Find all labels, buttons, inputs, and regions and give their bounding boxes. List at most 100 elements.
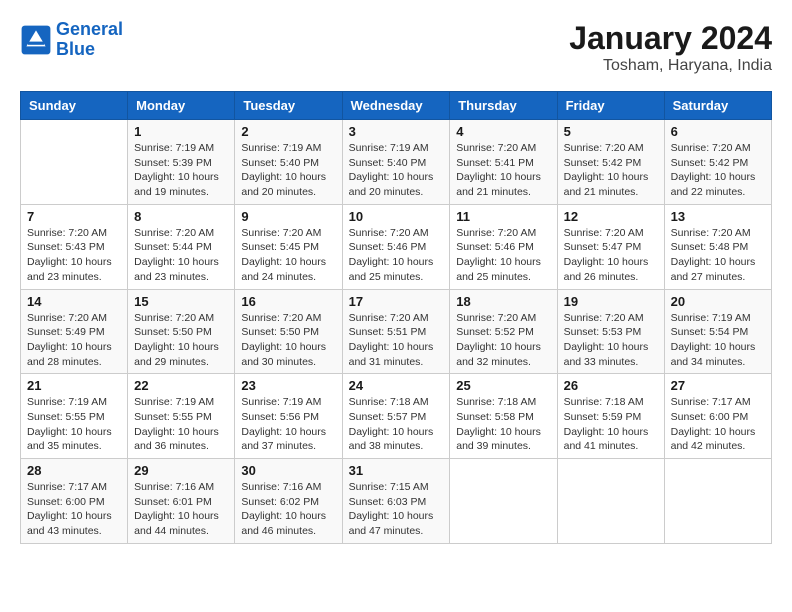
day-number: 2	[241, 124, 335, 139]
day-info: Sunrise: 7:18 AMSunset: 5:59 PMDaylight:…	[564, 395, 658, 454]
title-block: January 2024 Tosham, Haryana, India	[569, 20, 772, 75]
day-number: 15	[134, 294, 228, 309]
weekday-header: Saturday	[664, 92, 771, 120]
calendar-day-cell: 6 Sunrise: 7:20 AMSunset: 5:42 PMDaylight…	[664, 120, 771, 205]
day-info: Sunrise: 7:20 AMSunset: 5:45 PMDaylight:…	[241, 226, 335, 285]
calendar-day-cell: 17 Sunrise: 7:20 AMSunset: 5:51 PMDayligh…	[342, 289, 450, 374]
day-number: 6	[671, 124, 765, 139]
calendar-day-cell: 5 Sunrise: 7:20 AMSunset: 5:42 PMDaylight…	[557, 120, 664, 205]
day-info: Sunrise: 7:20 AMSunset: 5:42 PMDaylight:…	[564, 141, 658, 200]
logo-text: General Blue	[56, 20, 123, 60]
day-number: 16	[241, 294, 335, 309]
weekday-header: Monday	[128, 92, 235, 120]
weekday-header: Friday	[557, 92, 664, 120]
day-number: 28	[27, 463, 121, 478]
calendar-day-cell: 27 Sunrise: 7:17 AMSunset: 6:00 PMDayligh…	[664, 374, 771, 459]
day-info: Sunrise: 7:17 AMSunset: 6:00 PMDaylight:…	[671, 395, 765, 454]
weekday-header: Tuesday	[235, 92, 342, 120]
day-number: 25	[456, 378, 550, 393]
day-number: 11	[456, 209, 550, 224]
day-number: 8	[134, 209, 228, 224]
day-info: Sunrise: 7:19 AMSunset: 5:40 PMDaylight:…	[241, 141, 335, 200]
day-number: 14	[27, 294, 121, 309]
calendar-week-row: 7Sunrise: 7:20 AMSunset: 5:43 PMDaylight…	[21, 204, 772, 289]
day-info: Sunrise: 7:20 AMSunset: 5:49 PMDaylight:…	[27, 311, 121, 370]
calendar-day-cell	[664, 459, 771, 544]
day-number: 31	[349, 463, 444, 478]
calendar-day-cell: 12Sunrise: 7:20 AMSunset: 5:47 PMDayligh…	[557, 204, 664, 289]
weekday-header-row: SundayMondayTuesdayWednesdayThursdayFrid…	[21, 92, 772, 120]
day-number: 21	[27, 378, 121, 393]
calendar-day-cell: 9 Sunrise: 7:20 AMSunset: 5:45 PMDaylight…	[235, 204, 342, 289]
calendar-day-cell: 16Sunrise: 7:20 AMSunset: 5:50 PMDayligh…	[235, 289, 342, 374]
weekday-header: Sunday	[21, 92, 128, 120]
day-number: 10	[349, 209, 444, 224]
calendar-week-row: 1 Sunrise: 7:19 AMSunset: 5:39 PMDaylight…	[21, 120, 772, 205]
day-info: Sunrise: 7:16 AMSunset: 6:02 PMDaylight:…	[241, 480, 335, 539]
calendar-day-cell: 31Sunrise: 7:15 AMSunset: 6:03 PMDayligh…	[342, 459, 450, 544]
calendar-day-cell: 18Sunrise: 7:20 AMSunset: 5:52 PMDayligh…	[450, 289, 557, 374]
day-number: 3	[349, 124, 444, 139]
day-info: Sunrise: 7:19 AMSunset: 5:56 PMDaylight:…	[241, 395, 335, 454]
day-number: 19	[564, 294, 658, 309]
day-number: 23	[241, 378, 335, 393]
calendar-week-row: 14 Sunrise: 7:20 AMSunset: 5:49 PMDayligh…	[21, 289, 772, 374]
calendar-day-cell: 3 Sunrise: 7:19 AMSunset: 5:40 PMDaylight…	[342, 120, 450, 205]
calendar-day-cell: 14 Sunrise: 7:20 AMSunset: 5:49 PMDayligh…	[21, 289, 128, 374]
day-info: Sunrise: 7:20 AMSunset: 5:46 PMDaylight:…	[456, 226, 550, 285]
calendar-day-cell: 26 Sunrise: 7:18 AMSunset: 5:59 PMDayligh…	[557, 374, 664, 459]
day-number: 24	[349, 378, 444, 393]
calendar-day-cell: 7Sunrise: 7:20 AMSunset: 5:43 PMDaylight…	[21, 204, 128, 289]
calendar-day-cell: 4Sunrise: 7:20 AMSunset: 5:41 PMDaylight…	[450, 120, 557, 205]
calendar-day-cell: 15Sunrise: 7:20 AMSunset: 5:50 PMDayligh…	[128, 289, 235, 374]
calendar-day-cell: 29 Sunrise: 7:16 AMSunset: 6:01 PMDayligh…	[128, 459, 235, 544]
day-number: 1	[134, 124, 228, 139]
day-number: 4	[456, 124, 550, 139]
day-number: 7	[27, 209, 121, 224]
day-number: 5	[564, 124, 658, 139]
calendar-week-row: 21 Sunrise: 7:19 AMSunset: 5:55 PMDayligh…	[21, 374, 772, 459]
day-info: Sunrise: 7:20 AMSunset: 5:42 PMDaylight:…	[671, 141, 765, 200]
page-header: General Blue January 2024 Tosham, Haryan…	[20, 20, 772, 75]
calendar-day-cell: 1 Sunrise: 7:19 AMSunset: 5:39 PMDaylight…	[128, 120, 235, 205]
day-info: Sunrise: 7:19 AMSunset: 5:39 PMDaylight:…	[134, 141, 228, 200]
day-info: Sunrise: 7:19 AMSunset: 5:55 PMDaylight:…	[134, 395, 228, 454]
weekday-header: Wednesday	[342, 92, 450, 120]
day-info: Sunrise: 7:16 AMSunset: 6:01 PMDaylight:…	[134, 480, 228, 539]
calendar-day-cell	[450, 459, 557, 544]
logo: General Blue	[20, 20, 123, 60]
calendar-day-cell: 19 Sunrise: 7:20 AMSunset: 5:53 PMDayligh…	[557, 289, 664, 374]
day-info: Sunrise: 7:20 AMSunset: 5:53 PMDaylight:…	[564, 311, 658, 370]
day-info: Sunrise: 7:19 AMSunset: 5:55 PMDaylight:…	[27, 395, 121, 454]
calendar-day-cell: 22 Sunrise: 7:19 AMSunset: 5:55 PMDayligh…	[128, 374, 235, 459]
location: Tosham, Haryana, India	[569, 57, 772, 75]
calendar-day-cell: 13Sunrise: 7:20 AMSunset: 5:48 PMDayligh…	[664, 204, 771, 289]
day-number: 18	[456, 294, 550, 309]
day-number: 20	[671, 294, 765, 309]
calendar-day-cell: 21 Sunrise: 7:19 AMSunset: 5:55 PMDayligh…	[21, 374, 128, 459]
calendar-day-cell: 25 Sunrise: 7:18 AMSunset: 5:58 PMDayligh…	[450, 374, 557, 459]
day-number: 12	[564, 209, 658, 224]
day-info: Sunrise: 7:20 AMSunset: 5:44 PMDaylight:…	[134, 226, 228, 285]
day-number: 22	[134, 378, 228, 393]
calendar-week-row: 28 Sunrise: 7:17 AMSunset: 6:00 PMDayligh…	[21, 459, 772, 544]
calendar-day-cell: 2 Sunrise: 7:19 AMSunset: 5:40 PMDaylight…	[235, 120, 342, 205]
day-info: Sunrise: 7:20 AMSunset: 5:46 PMDaylight:…	[349, 226, 444, 285]
day-info: Sunrise: 7:19 AMSunset: 5:40 PMDaylight:…	[349, 141, 444, 200]
day-number: 26	[564, 378, 658, 393]
calendar-day-cell: 11 Sunrise: 7:20 AMSunset: 5:46 PMDayligh…	[450, 204, 557, 289]
day-info: Sunrise: 7:17 AMSunset: 6:00 PMDaylight:…	[27, 480, 121, 539]
month-title: January 2024	[569, 20, 772, 57]
day-info: Sunrise: 7:19 AMSunset: 5:54 PMDaylight:…	[671, 311, 765, 370]
day-number: 9	[241, 209, 335, 224]
calendar-day-cell: 10 Sunrise: 7:20 AMSunset: 5:46 PMDayligh…	[342, 204, 450, 289]
day-number: 17	[349, 294, 444, 309]
day-number: 27	[671, 378, 765, 393]
day-number: 29	[134, 463, 228, 478]
calendar-day-cell: 30 Sunrise: 7:16 AMSunset: 6:02 PMDayligh…	[235, 459, 342, 544]
day-number: 30	[241, 463, 335, 478]
day-info: Sunrise: 7:20 AMSunset: 5:51 PMDaylight:…	[349, 311, 444, 370]
day-info: Sunrise: 7:18 AMSunset: 5:58 PMDaylight:…	[456, 395, 550, 454]
calendar-table: SundayMondayTuesdayWednesdayThursdayFrid…	[20, 91, 772, 544]
day-info: Sunrise: 7:20 AMSunset: 5:48 PMDaylight:…	[671, 226, 765, 285]
